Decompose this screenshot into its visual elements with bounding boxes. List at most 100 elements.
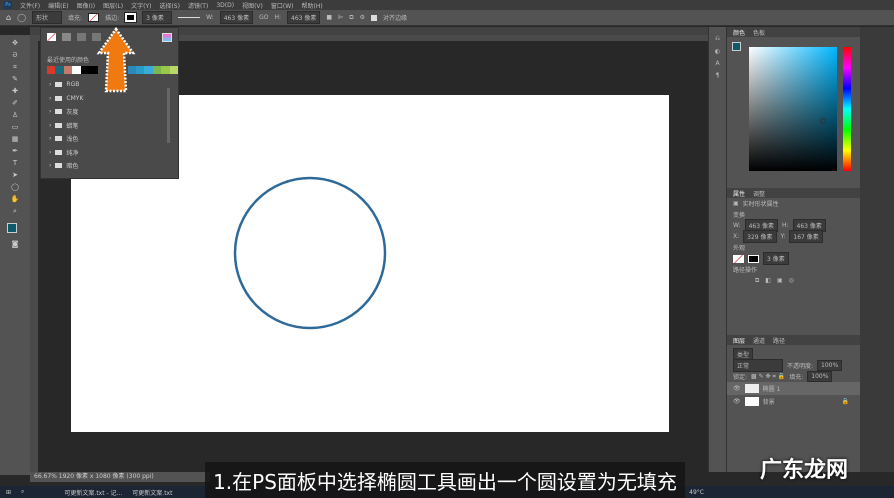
layer-name[interactable]: 背景 xyxy=(763,397,775,406)
x-field[interactable]: 329 像素 xyxy=(743,230,777,243)
appearance-section[interactable]: 外观 xyxy=(727,242,860,253)
recent-color-swatch[interactable] xyxy=(135,66,145,74)
paragraph-icon[interactable]: ¶ xyxy=(716,72,720,79)
menu-edit[interactable]: 编辑(E) xyxy=(48,1,68,10)
lock-icons[interactable]: ▩ ✎ ✥ ⌗ 🔒 xyxy=(751,373,785,381)
swatch-folder[interactable]: › 浅色 xyxy=(41,132,178,146)
search-icon[interactable]: ⌕ xyxy=(21,488,24,496)
crop-tool-icon[interactable]: ⌗ xyxy=(11,63,20,72)
hand-tool-icon[interactable]: ✋ xyxy=(11,195,20,204)
menu-image[interactable]: 图像(I) xyxy=(77,1,95,10)
history-icon[interactable]: ⎌ xyxy=(715,35,720,43)
windows-start-icon[interactable]: ⊞ xyxy=(6,489,11,496)
height-field[interactable]: 463 像素 xyxy=(287,11,321,24)
intersect-icon[interactable]: ▣ xyxy=(777,277,783,284)
tab-color[interactable]: 颜色 xyxy=(733,28,745,37)
stroke-swatch[interactable] xyxy=(124,12,138,23)
fill-none-swatch[interactable] xyxy=(88,13,100,22)
y-field[interactable]: 167 像素 xyxy=(789,230,823,243)
brush-tool-icon[interactable]: ✐ xyxy=(11,99,20,108)
taskbar-item[interactable]: 可更新文案.txt xyxy=(132,488,172,497)
menu-file[interactable]: 文件(F) xyxy=(20,1,40,10)
stroke-swatch[interactable] xyxy=(748,254,759,263)
recent-color-swatch[interactable] xyxy=(63,66,73,74)
path-select-tool-icon[interactable]: ➤ xyxy=(11,171,20,180)
adjust-icon[interactable]: ◐ xyxy=(715,48,720,55)
recent-color-swatch[interactable] xyxy=(152,66,162,74)
tab-properties[interactable]: 属性 xyxy=(733,189,745,198)
color-field[interactable] xyxy=(749,47,837,171)
home-icon[interactable]: ⌂ xyxy=(6,13,11,22)
taskbar-item[interactable]: 可更新文案.txt - 记... xyxy=(64,488,122,497)
mode-select[interactable]: 形状 xyxy=(32,11,63,24)
combine-icon[interactable]: ⧉ xyxy=(755,277,759,285)
width-field[interactable]: 463 像素 xyxy=(219,11,254,24)
menu-type[interactable]: 文字(Y) xyxy=(131,1,151,10)
zoom-tool-icon[interactable]: ⌕ xyxy=(11,207,20,216)
swatch-folder[interactable]: › 纯净 xyxy=(41,146,178,160)
eyedropper-tool-icon[interactable]: ✎ xyxy=(11,75,20,84)
tab-channels[interactable]: 通道 xyxy=(753,336,765,345)
tab-paths[interactable]: 路径 xyxy=(773,336,785,345)
menu-window[interactable]: 窗口(W) xyxy=(271,1,294,10)
link-label[interactable]: GO xyxy=(259,14,268,21)
layer-row-ellipse[interactable]: 👁 椭圆 1 xyxy=(727,382,861,395)
recent-color-swatch[interactable] xyxy=(47,66,56,74)
hue-slider[interactable] xyxy=(843,47,851,171)
stroke-width-field[interactable]: 3 像素 xyxy=(763,252,789,265)
menu-view[interactable]: 视图(V) xyxy=(242,1,263,10)
align-edges-checkbox[interactable] xyxy=(370,14,377,21)
pen-tool-icon[interactable]: ✒ xyxy=(11,147,20,156)
ellipse-tool-icon[interactable]: ◯ xyxy=(17,13,26,22)
swatch-folder[interactable]: › 灰度 xyxy=(41,105,178,119)
gear-icon[interactable]: ⚙ xyxy=(360,14,365,21)
swatch-folder[interactable]: › 暗色 xyxy=(41,159,178,173)
quick-mask-icon[interactable]: ◙ xyxy=(11,240,20,249)
fill-field[interactable]: 100% xyxy=(807,371,833,382)
stroke-type-select[interactable] xyxy=(178,17,201,18)
menu-filter[interactable]: 滤镜(T) xyxy=(188,1,208,10)
tab-adjustments[interactable]: 调整 xyxy=(753,189,765,198)
path-ops-icon[interactable]: ■ xyxy=(326,14,332,21)
recent-color-swatch[interactable] xyxy=(80,66,90,74)
menu-help[interactable]: 帮助(H) xyxy=(302,1,323,10)
gradient-button[interactable] xyxy=(77,33,86,41)
blend-mode-select[interactable]: 正常 xyxy=(733,359,783,372)
opacity-field[interactable]: 100% xyxy=(817,360,843,371)
type-tool-icon[interactable]: T xyxy=(11,159,20,168)
recent-color-swatch[interactable] xyxy=(169,66,179,74)
layer-row-background[interactable]: 👁 背景 🔒 xyxy=(727,395,861,408)
exclude-icon[interactable]: ◎ xyxy=(789,277,794,284)
stroke-width-field[interactable]: 3 像素 xyxy=(142,11,173,24)
color-picker-cursor[interactable] xyxy=(820,118,826,124)
menu-layer[interactable]: 图层(L) xyxy=(103,1,123,10)
swatch-folder[interactable]: › 蜡笔 xyxy=(41,119,178,133)
path-arrange-icon[interactable]: ⧉ xyxy=(349,14,353,22)
recent-color-swatch[interactable] xyxy=(55,66,64,74)
tab-swatches[interactable]: 色板 xyxy=(753,28,765,37)
lasso-tool-icon[interactable]: ᘐ xyxy=(11,51,20,60)
solid-color-button[interactable] xyxy=(62,33,71,41)
eye-icon[interactable]: 👁 xyxy=(733,385,741,392)
eraser-tool-icon[interactable]: ▭ xyxy=(11,123,20,132)
color-picker-button[interactable] xyxy=(162,33,172,42)
ellipse-tool-icon[interactable]: ◯ xyxy=(11,183,20,192)
recent-color-swatch[interactable] xyxy=(72,66,81,74)
fill-none-swatch[interactable] xyxy=(733,254,744,263)
path-ops-section[interactable]: 路径操作 xyxy=(727,264,860,275)
tab-layers[interactable]: 图层 xyxy=(733,336,745,345)
healing-tool-icon[interactable]: ✚ xyxy=(11,87,20,96)
swatch-scrollbar[interactable] xyxy=(167,88,170,143)
layer-name[interactable]: 椭圆 1 xyxy=(763,384,781,393)
path-align-icon[interactable]: ⊫ xyxy=(338,14,343,21)
no-fill-button[interactable] xyxy=(47,33,56,41)
foreground-color-swatch[interactable] xyxy=(7,223,23,237)
stamp-tool-icon[interactable]: ♙ xyxy=(11,111,20,120)
move-tool-icon[interactable]: ✥ xyxy=(11,39,20,48)
menu-3d[interactable]: 3D(D) xyxy=(216,2,234,9)
recent-color-swatch[interactable] xyxy=(144,66,153,74)
menu-select[interactable]: 选择(S) xyxy=(159,1,180,10)
eye-icon[interactable]: 👁 xyxy=(733,398,741,405)
foreground-color-swatch[interactable] xyxy=(732,42,741,51)
subtract-icon[interactable]: ◧ xyxy=(765,277,771,284)
